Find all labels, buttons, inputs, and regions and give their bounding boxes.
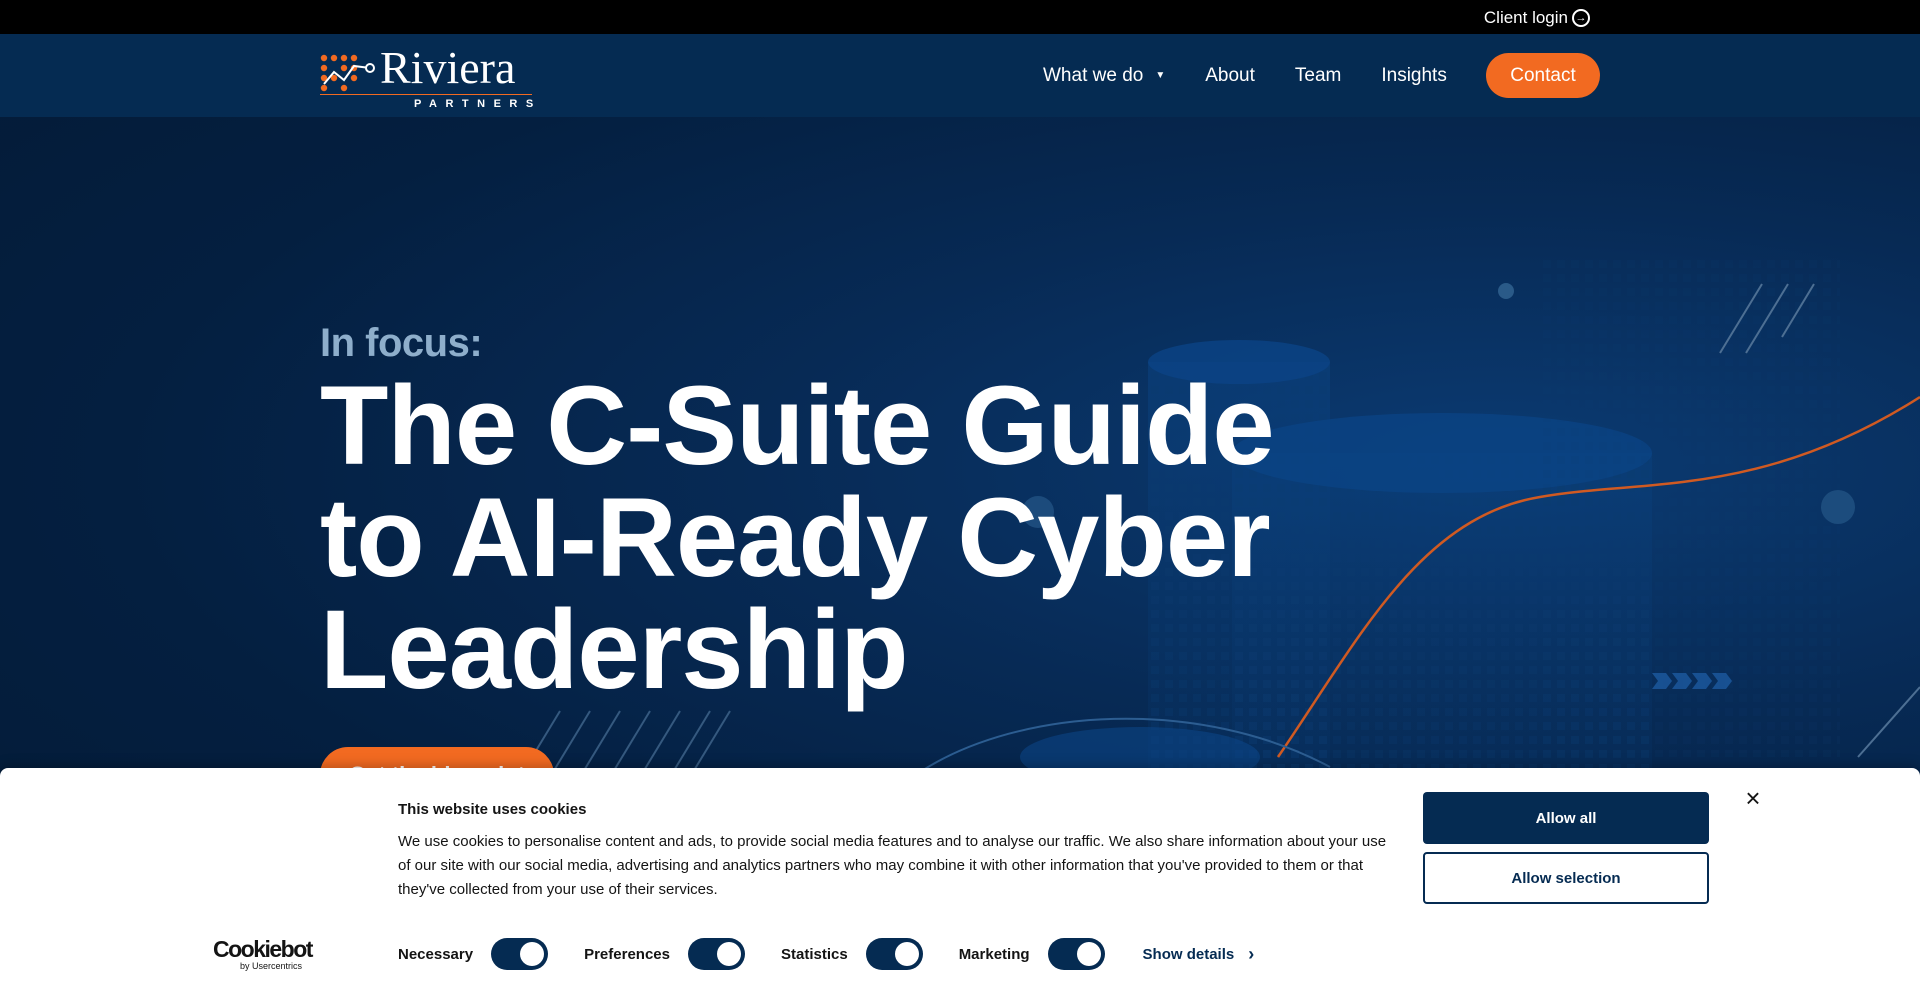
logo-wordmark: Riviera (380, 42, 516, 93)
cookie-banner: × This website uses cookies We use cooki… (0, 768, 1920, 993)
marketing-switch[interactable] (1047, 938, 1105, 970)
nav-label: Insights (1381, 64, 1447, 86)
hero-kicker: In focus: (320, 321, 483, 365)
toggle-preferences: Preferences (584, 938, 745, 970)
nav-what-we-do[interactable]: What we do ▼ (1043, 65, 1165, 87)
toggle-label: Marketing (958, 945, 1030, 963)
caret-down-icon: ▼ (1155, 70, 1166, 81)
client-login-link[interactable]: Client login → (1484, 8, 1590, 28)
toggle-necessary: Necessary (398, 938, 549, 970)
statistics-switch[interactable] (865, 938, 923, 970)
nav-team[interactable]: Team (1295, 65, 1341, 87)
top-bar: Client login → (0, 0, 1920, 34)
necessary-switch[interactable] (491, 938, 549, 970)
switch-knob (716, 942, 741, 966)
consent-toggles: Necessary Preferences Statistics Marketi… (398, 938, 1254, 970)
show-details-link[interactable]: Show details › (1143, 944, 1255, 965)
close-icon[interactable]: × (1741, 785, 1765, 811)
cookiebot-sub: by Usercentrics (240, 961, 303, 971)
switch-knob (1076, 942, 1101, 966)
nav-insights[interactable]: Insights (1381, 65, 1446, 87)
show-details-label: Show details (1142, 945, 1235, 963)
switch-knob (894, 942, 919, 966)
toggle-label: Statistics (780, 945, 848, 963)
nav-links: What we do ▼ About Team Insights (1043, 34, 1487, 117)
allow-all-button[interactable]: Allow all (1423, 792, 1709, 844)
nav-about[interactable]: About (1205, 65, 1255, 87)
arrow-right-circle-icon: → (1572, 9, 1590, 27)
switch-knob (520, 942, 545, 966)
logo-subtitle: PARTNERS (414, 98, 542, 110)
contact-button[interactable]: Contact (1486, 53, 1600, 98)
riviera-partners-logo[interactable]: Riviera PARTNERS (320, 42, 535, 110)
cookie-description: We use cookies to personalise content an… (398, 833, 1387, 898)
logo-underline (320, 94, 532, 95)
nav-label: Team (1294, 64, 1342, 86)
hero-headline: The C-Suite Guide to AI-Ready Cyber Lead… (320, 363, 1275, 712)
cookiebot-logo: Cookiebot by Usercentrics (213, 936, 313, 971)
cookiebot-wordmark: Cookiebot (213, 936, 313, 962)
toggle-label: Necessary (398, 945, 474, 963)
toggle-statistics: Statistics (781, 938, 923, 970)
main-navigation: Riviera PARTNERS What we do ▼ About Team… (0, 34, 1920, 117)
cookie-title: This website uses cookies (398, 801, 587, 818)
client-login-label: Client login (1483, 8, 1568, 27)
toggle-label: Preferences (584, 945, 670, 963)
nav-label: What we do (1043, 64, 1144, 86)
chevron-right-icon: › (1248, 943, 1255, 964)
preferences-switch[interactable] (687, 938, 745, 970)
allow-selection-button[interactable]: Allow selection (1423, 852, 1709, 904)
toggle-marketing: Marketing (959, 938, 1105, 970)
nav-label: About (1205, 64, 1255, 86)
logo-dots-icon (320, 54, 375, 92)
